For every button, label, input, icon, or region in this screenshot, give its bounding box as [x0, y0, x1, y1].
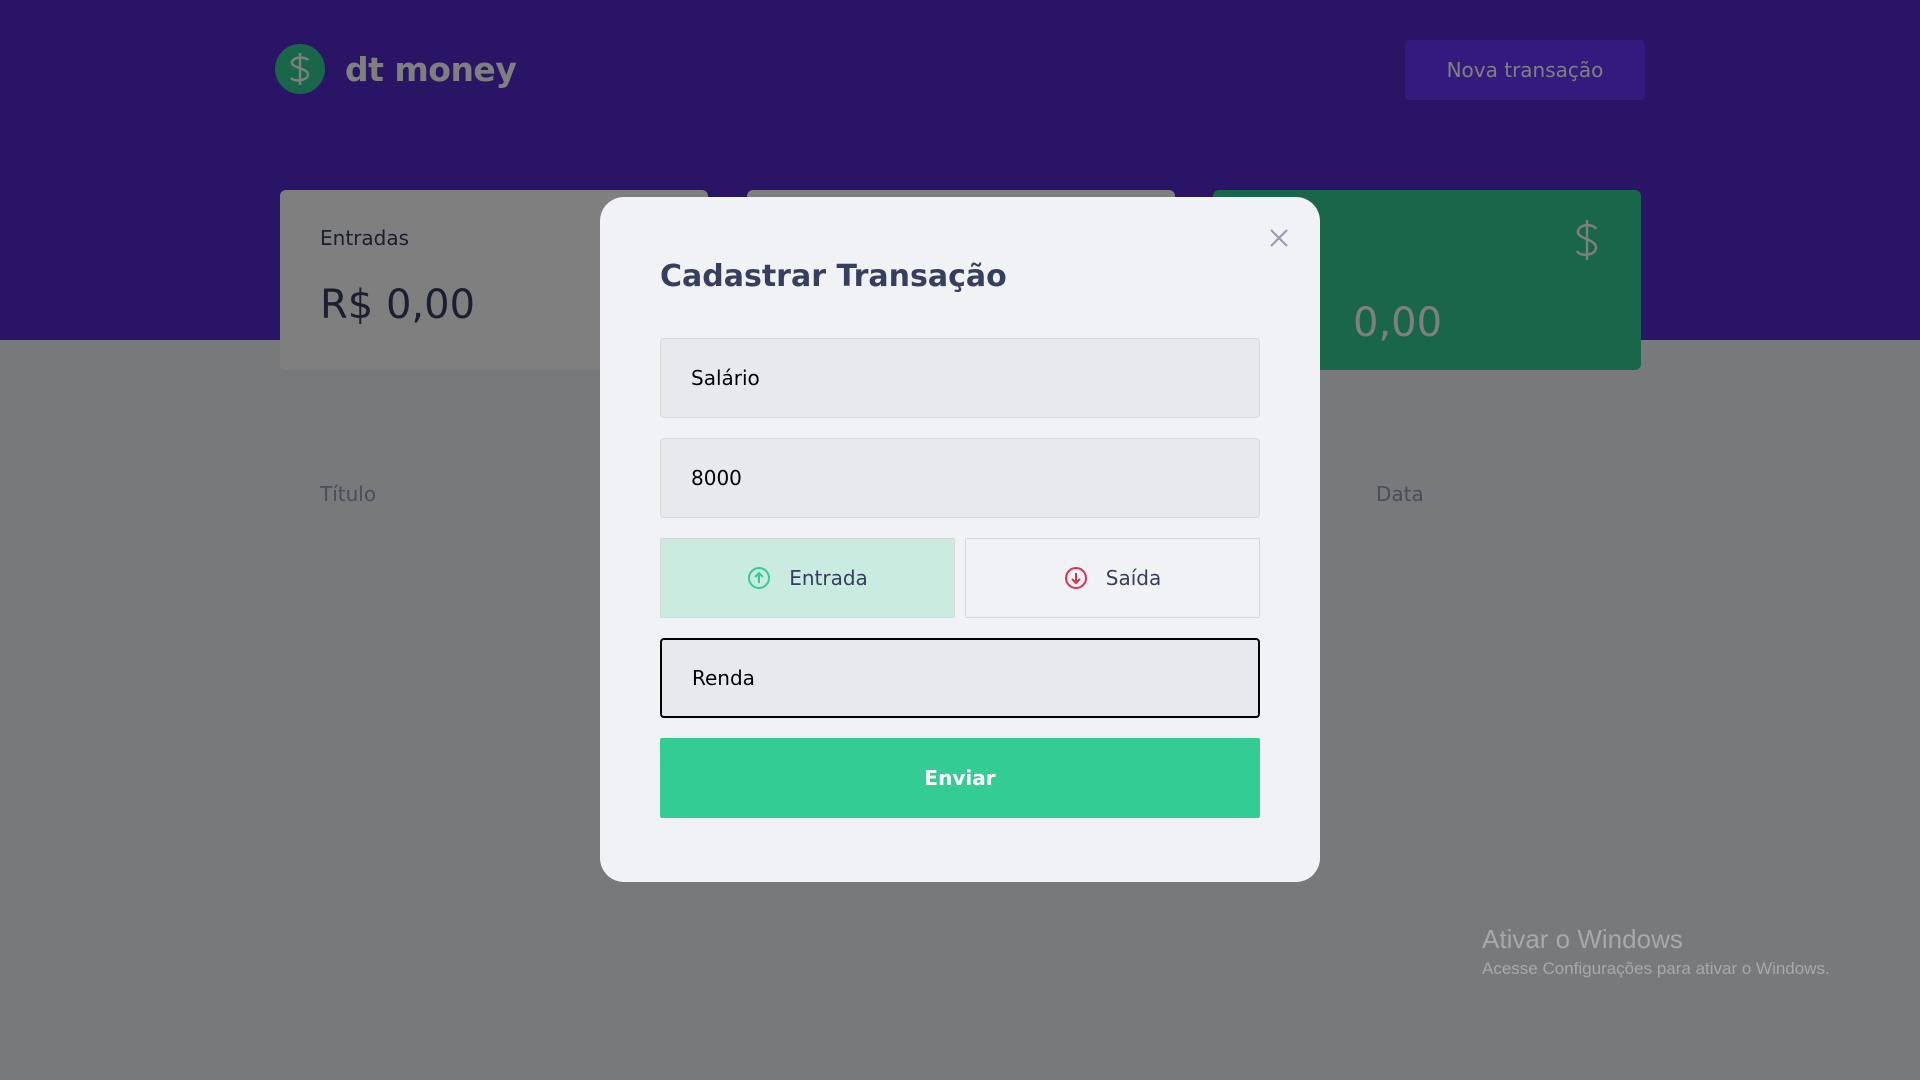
- windows-activation-watermark: Ativar o Windows Acesse Configurações pa…: [1482, 924, 1830, 979]
- watermark-title: Ativar o Windows: [1482, 924, 1683, 954]
- arrow-up-circle-icon: [748, 567, 771, 589]
- title-input[interactable]: [660, 338, 1260, 418]
- amount-input[interactable]: [660, 438, 1260, 518]
- category-input[interactable]: [660, 638, 1260, 718]
- close-icon: [1270, 229, 1288, 247]
- watermark-subtitle: Acesse Configurações para ativar o Windo…: [1482, 959, 1830, 978]
- type-outcome-label: Saída: [1105, 566, 1162, 590]
- modal-title: Cadastrar Transação: [660, 259, 1007, 294]
- type-income-label: Entrada: [789, 566, 868, 590]
- type-outcome-button[interactable]: Saída: [965, 538, 1260, 618]
- submit-button[interactable]: Enviar: [660, 738, 1260, 818]
- new-transaction-modal: Cadastrar Transação Entrada Saída Enviar: [600, 197, 1320, 882]
- close-button[interactable]: [1264, 223, 1294, 253]
- type-income-button[interactable]: Entrada: [660, 538, 955, 618]
- arrow-down-circle-icon: [1064, 567, 1087, 589]
- transaction-type-selector: Entrada Saída: [660, 538, 1260, 618]
